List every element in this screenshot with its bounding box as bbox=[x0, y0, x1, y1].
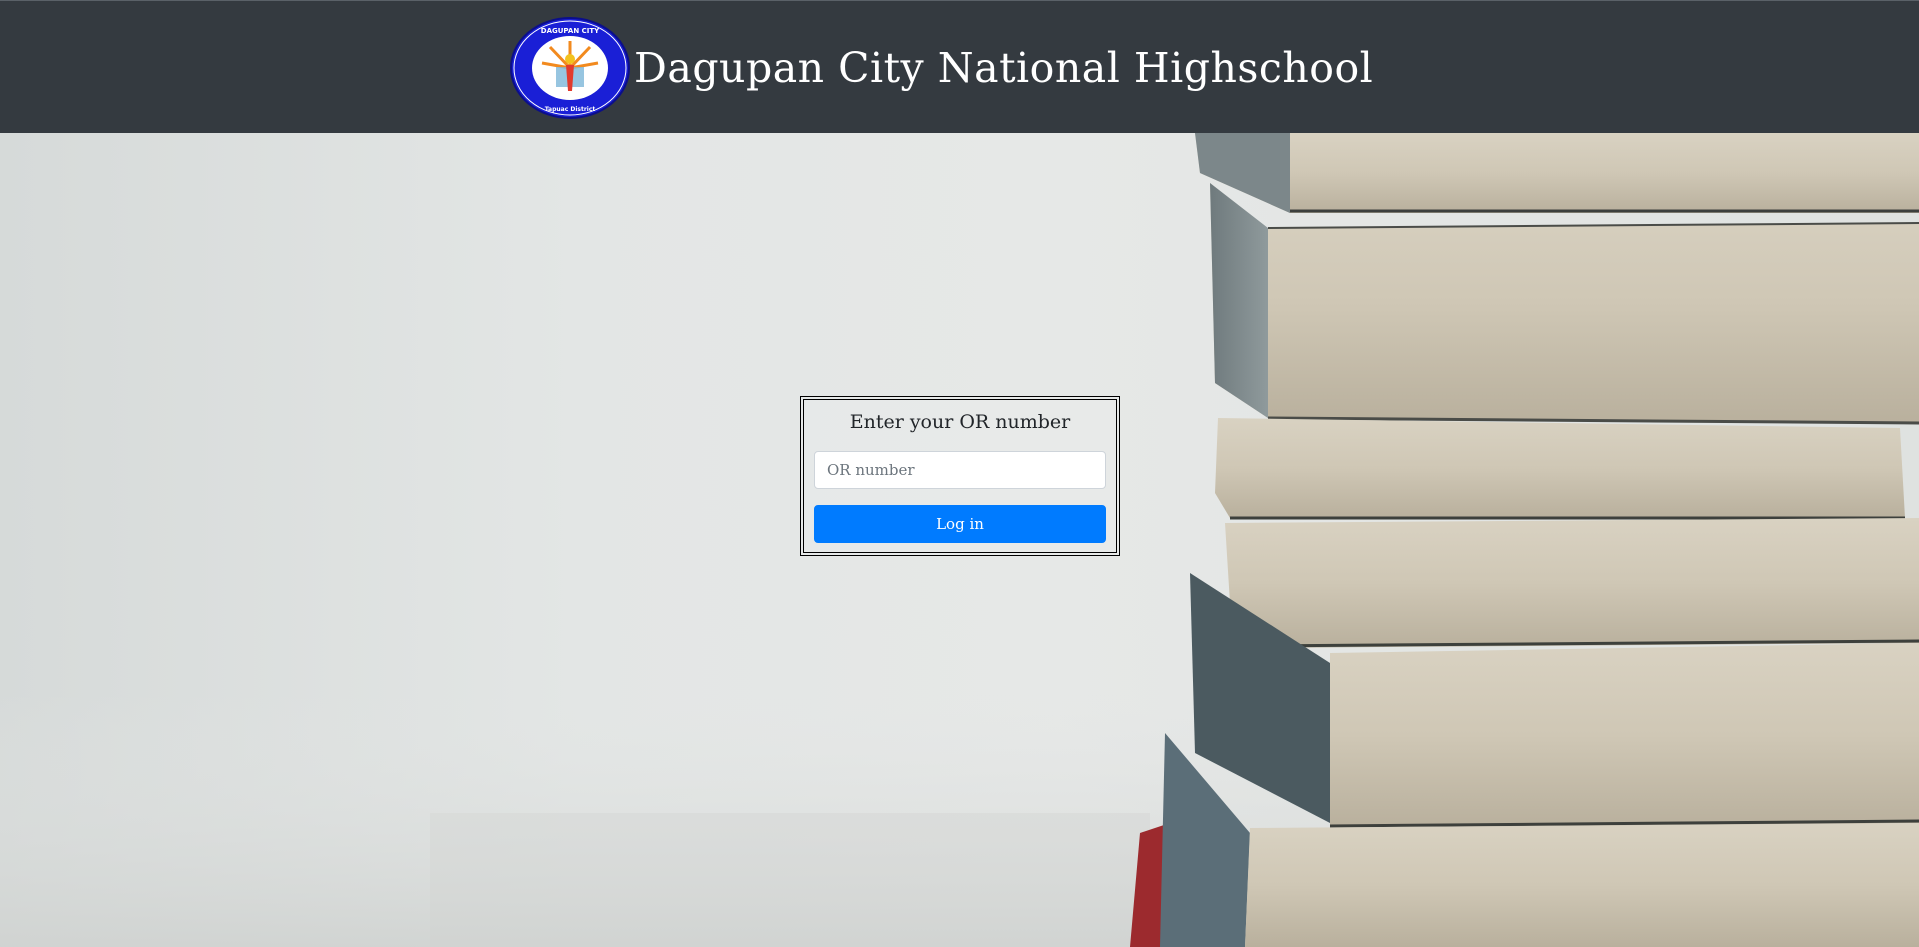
login-card: Enter your OR number Log in bbox=[800, 396, 1120, 556]
page: DAGUPAN CITY Tapuac District Dagupan Cit… bbox=[0, 0, 1919, 947]
svg-text:DAGUPAN CITY: DAGUPAN CITY bbox=[541, 27, 600, 35]
login-heading: Enter your OR number bbox=[849, 411, 1071, 433]
school-name: Dagupan City National Highschool bbox=[634, 44, 1374, 92]
login-button[interactable]: Log in bbox=[814, 505, 1106, 543]
brand[interactable]: DAGUPAN CITY Tapuac District Dagupan Cit… bbox=[510, 17, 1373, 119]
or-number-input[interactable] bbox=[814, 451, 1106, 489]
header-navbar: DAGUPAN CITY Tapuac District Dagupan Cit… bbox=[0, 0, 1919, 133]
svg-text:Tapuac District: Tapuac District bbox=[545, 106, 596, 113]
school-seal-icon: DAGUPAN CITY Tapuac District bbox=[510, 17, 630, 119]
